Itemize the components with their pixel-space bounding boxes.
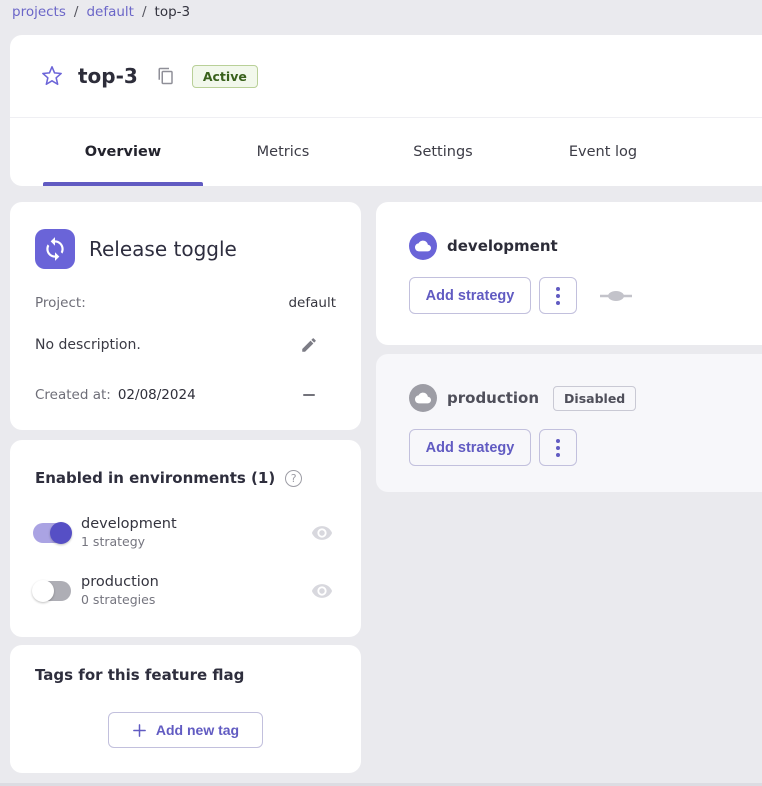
project-row: Project: default — [35, 295, 336, 311]
more-vert-icon — [556, 287, 560, 291]
development-panel-header: development — [409, 232, 558, 260]
production-panel-actions: Add strategy — [409, 429, 577, 466]
show-environment-button[interactable] — [310, 521, 334, 545]
environment-cloud-badge — [409, 232, 437, 260]
environment-name: production — [81, 574, 310, 590]
production-panel-header: production Disabled — [409, 384, 636, 412]
environment-panel-name: production — [447, 389, 539, 407]
environment-panel-name: development — [447, 237, 558, 255]
development-environment-panel: development Add strategy — [376, 202, 762, 345]
tab-metrics-label: Metrics — [257, 144, 310, 160]
collapse-details-button[interactable] — [298, 384, 320, 406]
environment-strategy-count: 1 strategy — [81, 534, 310, 549]
star-icon — [41, 65, 63, 87]
flag-details-card: Release toggle Project: default No descr… — [10, 202, 361, 430]
separator-icon — [599, 290, 633, 302]
add-strategy-button[interactable]: Add strategy — [409, 429, 531, 466]
active-tab-indicator — [43, 182, 203, 186]
breadcrumb-default-link[interactable]: default — [86, 4, 134, 20]
tab-overview-label: Overview — [85, 144, 161, 160]
environment-more-actions-button[interactable] — [539, 429, 577, 466]
page-title: top-3 — [78, 64, 138, 88]
cloud-icon — [415, 390, 431, 406]
description-row: No description. — [35, 334, 320, 356]
enabled-environments-card: Enabled in environments (1) development … — [10, 440, 361, 637]
toggle-knob — [32, 580, 54, 602]
more-vert-icon — [556, 439, 560, 443]
production-environment-panel: production Disabled Add strategy — [376, 354, 762, 492]
show-environment-button[interactable] — [310, 579, 334, 603]
more-vert-icon — [556, 453, 560, 457]
feature-title-row: top-3 Active — [10, 35, 762, 118]
more-vert-icon — [556, 294, 560, 298]
environment-cloud-badge — [409, 384, 437, 412]
pencil-icon — [300, 336, 318, 354]
environment-more-actions-button[interactable] — [539, 277, 577, 314]
project-label: Project: — [35, 295, 86, 311]
copy-icon — [157, 67, 175, 85]
loop-icon — [42, 236, 68, 262]
tags-card: Tags for this feature flag Add new tag — [10, 645, 361, 773]
add-new-tag-label: Add new tag — [156, 722, 239, 738]
plus-icon — [132, 723, 147, 738]
created-label: Created at: — [35, 387, 111, 403]
tab-settings-label: Settings — [413, 144, 472, 160]
toggle-knob — [50, 522, 72, 544]
disabled-badge: Disabled — [553, 386, 636, 411]
add-strategy-button[interactable]: Add strategy — [409, 277, 531, 314]
flag-type-label: Release toggle — [89, 237, 237, 261]
add-new-tag-button[interactable]: Add new tag — [108, 712, 263, 748]
breadcrumb-current-page: top-3 — [155, 4, 191, 20]
add-strategy-label: Add strategy — [426, 440, 515, 456]
copy-name-button[interactable] — [156, 66, 176, 86]
environment-strategy-count: 0 strategies — [81, 592, 310, 607]
feature-header-card: top-3 Active Overview Metrics Settings E… — [10, 35, 762, 186]
favorite-button[interactable] — [40, 64, 64, 88]
environment-row-development: development 1 strategy — [33, 516, 334, 549]
tab-metrics[interactable]: Metrics — [203, 118, 363, 186]
edit-description-button[interactable] — [298, 334, 320, 356]
feature-tabs: Overview Metrics Settings Event log — [43, 118, 683, 186]
production-toggle[interactable] — [33, 581, 71, 601]
more-vert-icon — [556, 446, 560, 450]
add-strategy-label: Add strategy — [426, 288, 515, 304]
flag-type-row: Release toggle — [35, 229, 237, 269]
feature-flag-overview-page: projects / default / top-3 top-3 Active … — [0, 0, 762, 786]
cloud-icon — [415, 238, 431, 254]
more-vert-icon — [556, 301, 560, 305]
breadcrumb: projects / default / top-3 — [12, 4, 190, 20]
tab-event-log-label: Event log — [569, 144, 637, 160]
breadcrumb-separator: / — [74, 4, 79, 20]
tags-title: Tags for this feature flag — [35, 666, 244, 684]
tab-settings[interactable]: Settings — [363, 118, 523, 186]
enabled-environments-title: Enabled in environments (1) — [35, 469, 275, 487]
tab-overview[interactable]: Overview — [43, 118, 203, 186]
release-toggle-icon — [35, 229, 75, 269]
environment-row-production: production 0 strategies — [33, 574, 334, 607]
environment-name: development — [81, 516, 310, 532]
created-value: 02/08/2024 — [118, 387, 196, 403]
status-badge: Active — [192, 65, 258, 88]
project-value: default — [288, 295, 336, 311]
tab-event-log[interactable]: Event log — [523, 118, 683, 186]
help-icon[interactable] — [285, 470, 302, 487]
breadcrumb-separator: / — [142, 4, 147, 20]
minus-icon — [303, 394, 315, 396]
description-text: No description. — [35, 337, 141, 353]
enabled-environments-header: Enabled in environments (1) — [35, 469, 302, 487]
created-row: Created at: 02/08/2024 — [35, 384, 320, 406]
eye-icon — [311, 580, 333, 602]
breadcrumb-projects-link[interactable]: projects — [12, 4, 66, 20]
eye-icon — [311, 522, 333, 544]
development-toggle[interactable] — [33, 523, 71, 543]
development-panel-actions: Add strategy — [409, 277, 633, 314]
